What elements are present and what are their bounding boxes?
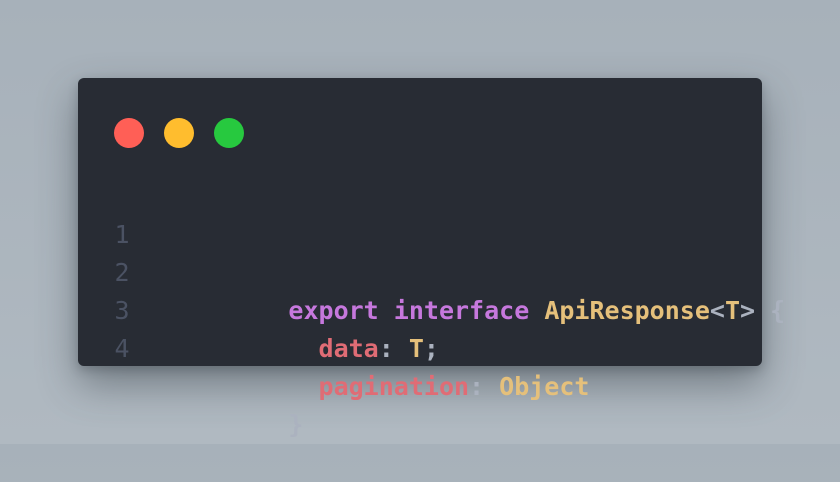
code-line-3: 3 pagination: Object [78, 254, 762, 401]
code-token: pagination [318, 372, 470, 401]
minimize-dot-icon[interactable] [164, 118, 194, 148]
code-token: : [469, 372, 500, 401]
code-window: 1 export interface ApiResponse<T> { 2 da… [78, 78, 785, 439]
close-dot-icon[interactable] [114, 118, 144, 148]
line-number: 4 [114, 334, 130, 363]
code-line-1: 1 export interface ApiResponse<T> { [78, 178, 785, 325]
code-block: 1 export interface ApiResponse<T> { 2 da… [78, 178, 785, 439]
code-line-2: 2 data: T; [78, 216, 762, 363]
line-content: } [168, 368, 303, 482]
code-token: Object [499, 372, 590, 401]
zoom-dot-icon[interactable] [214, 118, 244, 148]
code-line-4: 4 } [78, 292, 762, 439]
code-token: } [288, 410, 304, 439]
